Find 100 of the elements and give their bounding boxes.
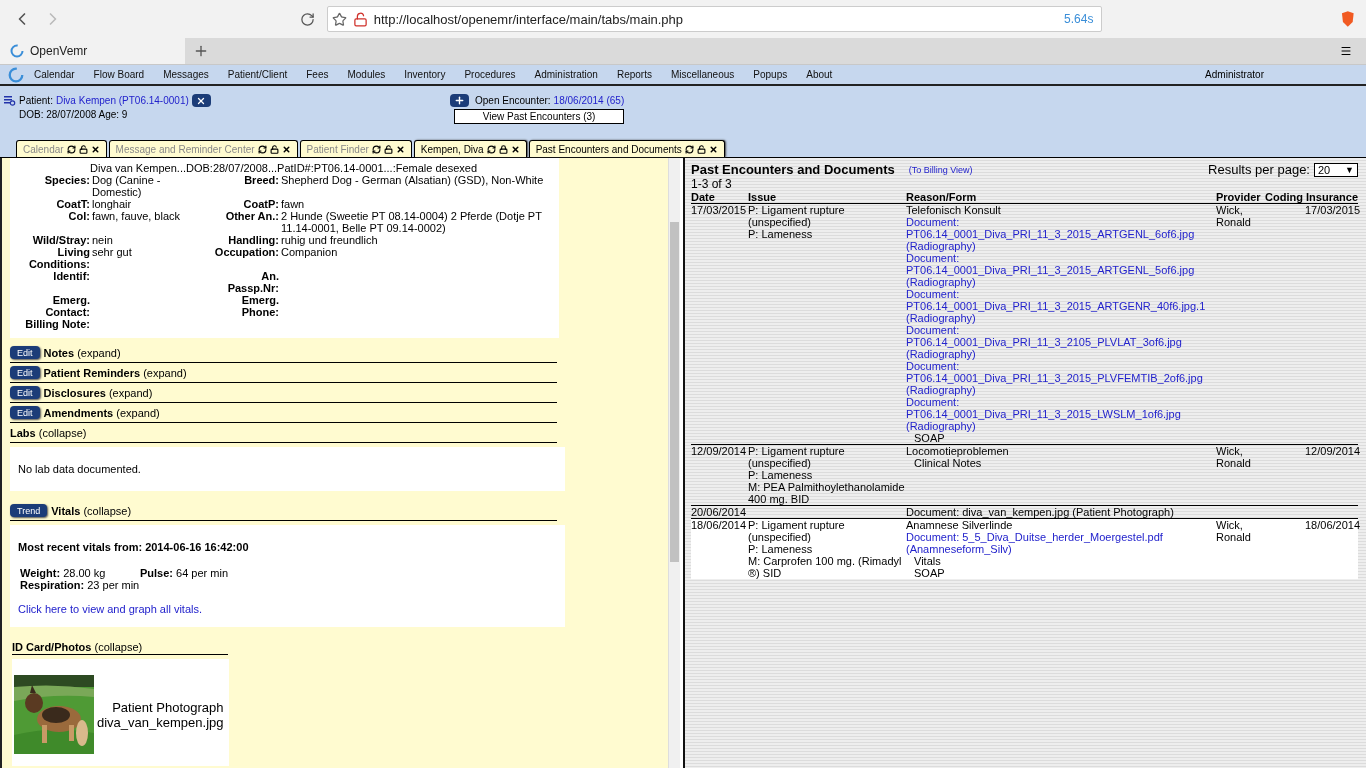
section-title[interactable]: ID Card/Photos (collapse): [12, 641, 143, 653]
form-name: SOAP: [913, 432, 946, 444]
menu-item[interactable]: Patient/Client: [217, 69, 297, 80]
refresh-icon[interactable]: [371, 144, 381, 154]
app-tab[interactable]: Patient Finder: [299, 140, 412, 157]
close-icon[interactable]: [395, 144, 405, 154]
panel-title: Past Encounters and Documents: [691, 162, 895, 177]
reason-text: Anamnese Silverlinde: [906, 519, 1014, 531]
menu-item[interactable]: Procedures: [454, 69, 525, 80]
edit-button[interactable]: Edit: [10, 386, 40, 399]
unlocked-lock-icon[interactable]: [269, 144, 279, 154]
app-tab[interactable]: Past Encounters and Documents: [528, 140, 725, 157]
section-title[interactable]: Vitals (collapse): [51, 504, 132, 517]
menu-item[interactable]: Reports: [606, 69, 661, 80]
field-value: fawn, fauve, black: [92, 210, 182, 224]
browser-tab[interactable]: OpenVemr: [0, 38, 185, 64]
date-cell[interactable]: 12/09/2014: [691, 445, 748, 457]
app-tab[interactable]: Message and Reminder Center: [108, 140, 298, 157]
address-bar[interactable]: http://localhost/openemr/interface/main/tabs/main.php 5.64s: [326, 6, 1103, 32]
plus-icon: [454, 95, 465, 106]
reason-text: Telefonisch Konsult: [906, 204, 1002, 216]
section-title[interactable]: Labs (collapse): [10, 426, 87, 439]
menu-item[interactable]: Messages: [153, 69, 218, 80]
user-menu[interactable]: Administrator: [1205, 69, 1264, 80]
issue-text: P: Ligament rupture (unspecified): [748, 204, 846, 228]
lion-shield-icon[interactable]: [1340, 10, 1356, 28]
edit-button[interactable]: Edit: [10, 366, 40, 379]
encounter-link[interactable]: 18/06/2014 (65): [553, 95, 625, 106]
column-header: Date: [691, 191, 716, 203]
form-name: Clinical Notes: [913, 457, 983, 469]
document-link[interactable]: Document: PT06.14_0001_Diva_PRI_11_3_2015_LWSLM_1of6.jpg (Radiography): [906, 396, 1216, 432]
reason-text: Locomotieproblemen: [906, 445, 1010, 457]
reload-icon: [299, 11, 315, 27]
trend-button[interactable]: Trend: [10, 504, 48, 517]
field-label: Emerg. Contact:: [44, 294, 90, 318]
field-label: Identif:: [52, 270, 90, 284]
menu-item[interactable]: Miscellaneous: [660, 69, 744, 80]
patient-name-link[interactable]: Diva Kempen (PT06.14-0001): [55, 95, 189, 106]
document-link[interactable]: Document: PT06.14_0001_Diva_PRI_11_3_2015_ARTGENR_40f6.jpg.1 (Radiography): [906, 288, 1216, 324]
column-header: Insurance: [1305, 191, 1358, 203]
lock-icon[interactable]: [498, 144, 508, 154]
table-row[interactable]: [691, 518, 1358, 579]
menu-icon[interactable]: [1340, 45, 1352, 57]
refresh-icon[interactable]: [66, 144, 76, 154]
photo-filename[interactable]: diva_van_kempen.jpg: [97, 714, 224, 730]
column-header: Reason/Form: [906, 191, 978, 203]
document-link[interactable]: Document: PT06.14_0001_Diva_PRI_11_3_2015_ARTGENL_5of6.jpg (Radiography): [906, 252, 1216, 288]
table-row[interactable]: 12/09/2014 P: Ligament rupture (unspecified) P: Lameness M: PEA Palmithoylethanolamide 400 mg. BID Locomotieproblemen Clinical Notes Wick, Ronald 12/09/2014: [691, 444, 1358, 505]
menu-item[interactable]: Popups: [743, 69, 797, 80]
section-title[interactable]: Disclosures (expand): [43, 386, 153, 399]
unlocked-lock-icon[interactable]: [696, 144, 706, 154]
menu-item[interactable]: Calendar: [24, 69, 84, 80]
app-tab[interactable]: Calendar: [16, 140, 107, 157]
date-cell[interactable]: 20/06/2014: [691, 506, 748, 518]
document-link[interactable]: Document: PT06.14_0001_Diva_PRI_11_3_2015_ARTGENL_6of6.jpg (Radiography): [906, 216, 1216, 252]
menu-item[interactable]: About: [796, 69, 842, 80]
close-icon[interactable]: [708, 144, 718, 154]
result-count: 1-3 of 3: [691, 177, 733, 191]
add-encounter-button[interactable]: [450, 94, 469, 107]
close-icon[interactable]: [510, 144, 520, 154]
issue-text: M: PEA Palmithoylethanolamide 400 mg. BID: [748, 481, 906, 505]
unlocked-lock-icon: [352, 11, 368, 27]
close-icon[interactable]: [281, 144, 291, 154]
document-link[interactable]: Document: 5_5_Diva_Duitse_herder_Moergestel.pdf (Anamneseform_Silv): [906, 531, 1216, 555]
document-link[interactable]: Document: PT06.14_0001_Diva_PRI_11_3_2015_PLVFEMTIB_2of6.jpg (Radiography): [906, 360, 1216, 396]
menu-item[interactable]: Flow Board: [83, 69, 154, 80]
refresh-icon[interactable]: [257, 144, 267, 154]
edit-button[interactable]: Edit: [10, 406, 40, 419]
menu-item[interactable]: Inventory: [394, 69, 455, 80]
issue-text: P: Lameness: [748, 228, 814, 240]
issue-text: P: Lameness: [748, 543, 814, 555]
insurance-date: 17/03/2015: [1305, 204, 1361, 216]
refresh-icon[interactable]: [684, 144, 694, 154]
patient-dob: DOB: 28/07/2008 Age: 9: [18, 109, 129, 120]
app-tab[interactable]: Kempen, Diva: [413, 140, 527, 157]
billing-view-link[interactable]: (To Billing View): [908, 164, 973, 175]
unlocked-lock-icon[interactable]: [383, 144, 393, 154]
section-title[interactable]: Patient Reminders (expand): [43, 366, 187, 379]
close-button[interactable]: [191, 94, 211, 107]
section-title[interactable]: Amendments (expand): [43, 406, 160, 419]
patient-list-icon[interactable]: [4, 94, 16, 107]
document-link[interactable]: Document: PT06.14_0001_Diva_PRI_11_3_2105_PLVLAT_3of6.jpg (Radiography): [906, 324, 1216, 360]
refresh-icon[interactable]: [486, 144, 496, 154]
section-title[interactable]: Notes (expand): [43, 346, 121, 359]
menu-item[interactable]: Modules: [337, 69, 395, 80]
bookmark-star-icon[interactable]: [331, 11, 347, 27]
field-value: Shepherd Dog - German (Alsatian) (GSD), Non-White: [281, 174, 545, 188]
form-name: SOAP: [913, 567, 946, 579]
scrollbar[interactable]: [668, 158, 680, 768]
edit-button[interactable]: Edit: [10, 346, 40, 359]
close-icon[interactable]: [90, 144, 100, 154]
menu-item[interactable]: Fees: [296, 69, 338, 80]
unlocked-lock-icon[interactable]: [78, 144, 88, 154]
date-cell[interactable]: 18/06/2014: [691, 519, 748, 531]
vital-reading: Weight: 28.00 kg: [20, 567, 107, 579]
menu-item[interactable]: Administration: [524, 69, 607, 80]
results-select[interactable]: 20 ▼: [1314, 162, 1358, 177]
date-cell[interactable]: 17/03/2015: [691, 204, 748, 216]
past-encounters-button[interactable]: View Past Encounters (3): [454, 109, 625, 124]
vitals-link[interactable]: Click here to view and graph all vitals.: [18, 603, 557, 615]
